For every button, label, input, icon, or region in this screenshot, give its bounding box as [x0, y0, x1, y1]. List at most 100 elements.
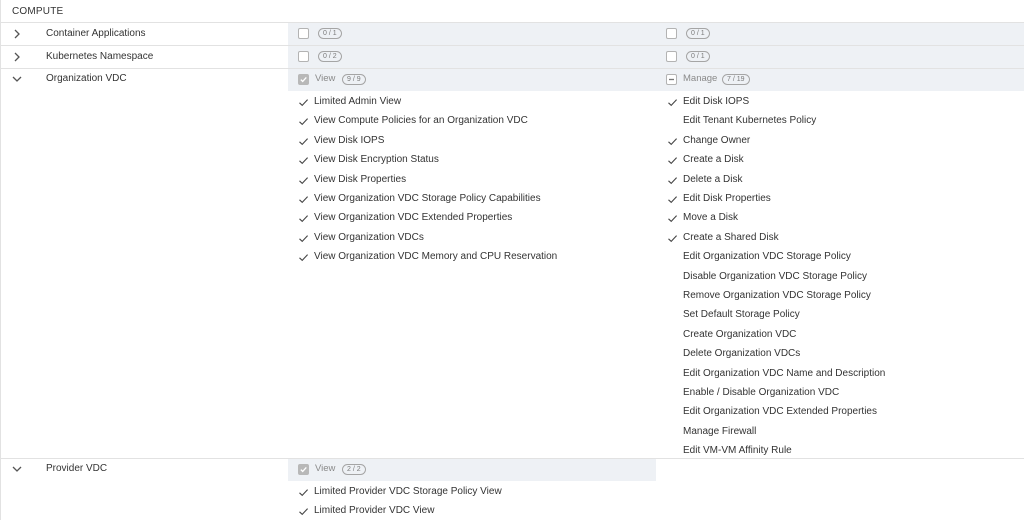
checked-checkbox-icon[interactable] — [298, 464, 309, 475]
permission-label: Limited Provider VDC View — [314, 505, 435, 517]
permission-label: Edit VM-VM Affinity Rule — [683, 445, 792, 457]
permission-item[interactable]: View Organization VDC Memory and CPU Res… — [298, 248, 658, 267]
permission-label: Disable Organization VDC Storage Policy — [683, 270, 867, 282]
permission-item[interactable]: Edit Organization VDC Extended Propertie… — [667, 403, 1024, 422]
chevron-right-icon[interactable] — [11, 51, 23, 63]
checkmark-icon — [667, 194, 678, 205]
category-row-organization-vdc: Organization VDC View 9 / 9 Manage 7 / 1… — [1, 69, 1024, 459]
count-badge: 9 / 9 — [342, 74, 366, 85]
count-badge: 0 / 1 — [318, 28, 342, 39]
permission-item[interactable]: Delete a Disk — [667, 171, 1024, 190]
permission-item[interactable]: Edit Organization VDC Name and Descripti… — [667, 365, 1024, 384]
checkmark-icon — [298, 116, 309, 127]
permission-item[interactable]: Disable Organization VDC Storage Policy — [667, 268, 1024, 287]
permission-label: View Organization VDC Storage Policy Cap… — [314, 193, 541, 204]
compute-rights-panel: COMPUTE Container Applications 0 / 1 0 /… — [0, 0, 1024, 520]
checkmark-icon — [667, 97, 678, 108]
checkmark-icon — [667, 155, 678, 166]
select-all-checkbox[interactable] — [666, 28, 677, 39]
permission-item[interactable]: View Disk Properties — [298, 171, 658, 190]
manage-rights-header: Manage 7 / 19 — [656, 69, 1024, 91]
permission-label: Delete a Disk — [683, 173, 743, 185]
permission-label: Move a Disk — [683, 212, 739, 224]
permission-label: View Compute Policies for an Organizatio… — [314, 115, 528, 127]
view-rights-header: View 2 / 2 — [288, 459, 656, 481]
permission-label: Manage Firewall — [683, 425, 757, 437]
permission-item[interactable]: Limited Provider VDC View — [298, 502, 658, 520]
permission-item[interactable]: Edit Tenant Kubernetes Policy — [667, 112, 1024, 131]
permission-item[interactable]: Create Organization VDC — [667, 326, 1024, 345]
category-label[interactable]: Provider VDC — [46, 463, 107, 474]
count-badge: 0 / 1 — [686, 51, 710, 62]
permission-label: Edit Organization VDC Storage Policy — [683, 251, 851, 263]
permission-item[interactable]: View Organization VDCs — [298, 229, 658, 248]
permission-item[interactable]: View Organization VDC Extended Propertie… — [298, 209, 658, 228]
chevron-down-icon[interactable] — [11, 463, 23, 475]
manage-rights-header: 0 / 1 — [656, 46, 1024, 68]
permission-item[interactable]: Delete Organization VDCs — [667, 345, 1024, 364]
select-all-checkbox[interactable] — [298, 28, 309, 39]
permission-item[interactable]: Move a Disk — [667, 209, 1024, 228]
permission-label: View Disk IOPS — [314, 134, 385, 146]
permission-label: Remove Organization VDC Storage Policy — [683, 290, 871, 301]
manage-group-label: Manage — [683, 73, 718, 84]
view-group-label: View — [315, 463, 336, 474]
permission-label: View Disk Properties — [314, 173, 407, 185]
select-all-checkbox[interactable] — [666, 51, 677, 62]
manage-rights-header: 0 / 1 — [656, 23, 1024, 45]
permission-item[interactable]: Set Default Storage Policy — [667, 306, 1024, 325]
count-badge: 7 / 19 — [722, 74, 750, 85]
permission-label: View Organization VDC Extended Propertie… — [314, 212, 513, 224]
permission-item[interactable]: Edit Disk IOPS — [667, 93, 1024, 112]
permission-item[interactable]: Manage Firewall — [667, 423, 1024, 442]
permission-item[interactable]: Create a Shared Disk — [667, 229, 1024, 248]
chevron-right-icon[interactable] — [11, 28, 23, 40]
permission-item[interactable]: Limited Admin View — [298, 93, 658, 112]
section-title: COMPUTE — [1, 0, 1024, 23]
checkmark-icon — [298, 194, 309, 205]
permission-item[interactable]: Edit Organization VDC Storage Policy — [667, 248, 1024, 267]
checkmark-icon — [298, 506, 309, 517]
permission-label: Limited Admin View — [314, 96, 402, 107]
checkmark-icon — [667, 175, 678, 186]
permission-item[interactable]: Enable / Disable Organization VDC — [667, 384, 1024, 403]
checkmark-icon — [667, 233, 678, 244]
permission-item[interactable]: View Compute Policies for an Organizatio… — [298, 112, 658, 131]
permission-label: View Organization VDC Memory and CPU Res… — [314, 251, 558, 263]
permission-item[interactable]: Limited Provider VDC Storage Policy View — [298, 483, 658, 502]
permission-label: Change Owner — [683, 134, 751, 146]
checkmark-icon — [298, 155, 309, 166]
category-row-kubernetes-namespace: Kubernetes Namespace 0 / 2 0 / 1 — [1, 46, 1024, 69]
permission-item[interactable]: Edit Disk Properties — [667, 190, 1024, 209]
category-label[interactable]: Organization VDC — [46, 73, 127, 84]
permission-item[interactable]: View Disk IOPS — [298, 132, 658, 151]
category-row-container-applications: Container Applications 0 / 1 0 / 1 — [1, 23, 1024, 46]
permission-label: Edit Tenant Kubernetes Policy — [683, 115, 817, 127]
checkmark-icon — [298, 233, 309, 244]
select-all-checkbox[interactable] — [298, 51, 309, 62]
permission-label: Edit Disk IOPS — [683, 96, 750, 107]
permission-label: Set Default Storage Policy — [683, 309, 800, 321]
permission-item[interactable]: Change Owner — [667, 132, 1024, 151]
category-label[interactable]: Container Applications — [46, 28, 146, 39]
permission-label: Create Organization VDC — [683, 328, 797, 340]
chevron-down-icon[interactable] — [11, 73, 23, 85]
count-badge: 0 / 2 — [318, 51, 342, 62]
checkmark-icon — [298, 97, 309, 108]
permission-label: Enable / Disable Organization VDC — [683, 387, 840, 398]
category-label[interactable]: Kubernetes Namespace — [46, 51, 153, 62]
permission-label: Delete Organization VDCs — [683, 348, 801, 360]
checkmark-icon — [298, 136, 309, 147]
indeterminate-checkbox-icon[interactable] — [666, 74, 677, 85]
checked-checkbox-icon[interactable] — [298, 74, 309, 85]
permission-label: Create a Shared Disk — [683, 231, 779, 243]
permission-item[interactable]: Remove Organization VDC Storage Policy — [667, 287, 1024, 306]
view-rights-header: View 9 / 9 — [288, 69, 656, 91]
permission-item[interactable]: View Organization VDC Storage Policy Cap… — [298, 190, 658, 209]
permission-item[interactable]: View Disk Encryption Status — [298, 151, 658, 170]
checkmark-icon — [298, 213, 309, 224]
checkmark-icon — [298, 487, 309, 498]
count-badge: 0 / 1 — [686, 28, 710, 39]
permission-item[interactable]: Create a Disk — [667, 151, 1024, 170]
permission-label: Edit Organization VDC Name and Descripti… — [683, 367, 886, 379]
